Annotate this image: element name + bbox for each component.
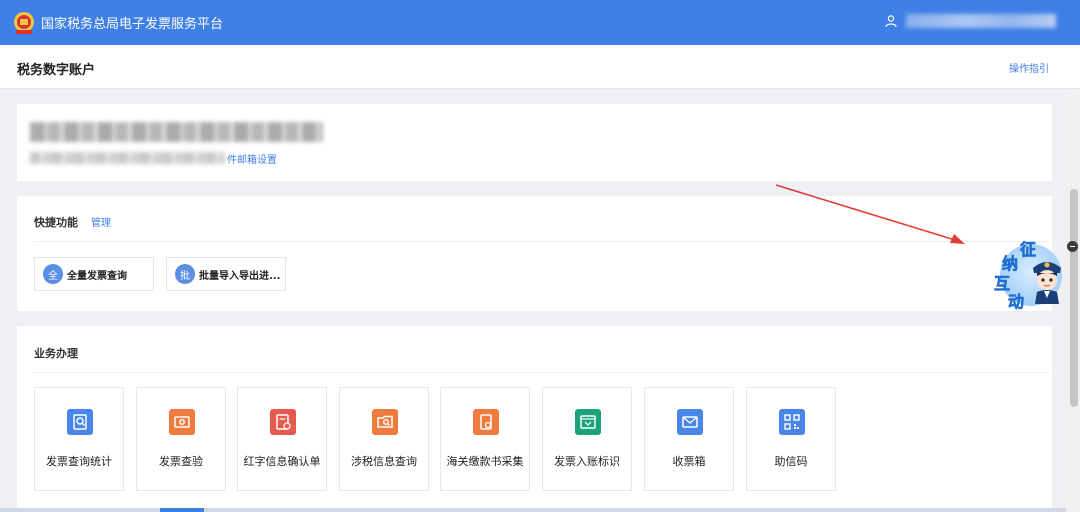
quick-item-label: 批量导入导出进... (199, 270, 281, 282)
user-icon (885, 15, 897, 28)
invoice-search-icon (67, 409, 93, 435)
scrollbar-thumb[interactable] (1070, 189, 1078, 407)
tile-label: 收票箱 (672, 455, 706, 468)
tile-invoice-query-stats[interactable]: 发票查询统计 (34, 387, 124, 491)
tile-helper-code[interactable]: 助信码 (746, 387, 836, 491)
quick-functions-manage-link[interactable]: 管理 (91, 214, 111, 229)
account-info-card: 件邮箱设置 (17, 104, 1052, 181)
collapse-toggle-icon[interactable] (1067, 241, 1078, 252)
business-title: 业务办理 (34, 347, 78, 360)
tile-label: 助信码 (774, 455, 808, 468)
annotation-arrow (775, 184, 965, 244)
tile-label: 发票查询统计 (46, 455, 112, 468)
tile-invoice-verify[interactable]: 发票查验 (136, 387, 226, 491)
tile-customs-payment-collect[interactable]: 海关缴款书采集 (440, 387, 530, 491)
tile-invoice-accounting-mark[interactable]: 发票入账标识 (542, 387, 632, 491)
tax-emblem-icon (11, 10, 37, 36)
quick-item-full-invoice-query[interactable]: 全 全量发票查询 (34, 257, 154, 291)
red-letter-confirm-icon (270, 409, 296, 435)
quick-item-badge: 全 (43, 264, 63, 284)
divider (34, 372, 1049, 373)
customs-payment-icon (473, 409, 499, 435)
tile-label: 发票查验 (159, 455, 203, 468)
tile-red-letter-confirm[interactable]: 红字信息确认单 (237, 387, 327, 491)
operation-guide-link[interactable]: 操作指引 (1009, 60, 1049, 75)
tile-label: 海关缴款书采集 (446, 455, 524, 468)
tax-info-search-icon (372, 409, 398, 435)
bottom-indicator (0, 508, 1066, 512)
tax-interaction-helper-widget[interactable]: 征 纳 互 动 (992, 236, 1070, 311)
officer-avatar-icon (1033, 262, 1061, 304)
helper-char: 动 (1008, 292, 1025, 312)
platform-title: 国家税务总局电子发票服务平台 (41, 17, 224, 32)
company-name-redacted (30, 122, 323, 142)
mailbox-icon (677, 409, 703, 435)
qr-code-icon (779, 409, 805, 435)
invoice-verify-icon (169, 409, 195, 435)
tile-label: 发票入账标识 (554, 455, 620, 468)
user-name-redacted[interactable] (906, 14, 1056, 28)
top-bar: 国家税务总局电子发票服务平台 (0, 0, 1080, 45)
quick-functions-title: 快捷功能 (34, 216, 78, 229)
email-settings-link[interactable]: 件邮箱设置 (227, 151, 277, 166)
page-header: 税务数字账户 操作指引 (0, 45, 1080, 89)
tile-tax-info-query[interactable]: 涉税信息查询 (339, 387, 429, 491)
page-scrollbar[interactable] (1068, 89, 1080, 512)
quick-item-batch-import-export[interactable]: 批 批量导入导出进... (166, 257, 286, 291)
quick-item-label: 全量发票查询 (67, 270, 127, 282)
tile-label: 涉税信息查询 (351, 455, 417, 468)
tile-label: 红字信息确认单 (243, 455, 321, 468)
tile-invoice-mailbox[interactable]: 收票箱 (644, 387, 734, 491)
account-details-redacted (30, 152, 225, 164)
invoice-accounting-icon (575, 409, 601, 435)
user-menu[interactable] (884, 14, 1056, 28)
business-card: 业务办理 发票查询统计 发票查验 红字信息确认单 涉税信息查询 海关缴款书采集 (17, 326, 1052, 512)
quick-item-badge: 批 (175, 264, 195, 284)
page-title: 税务数字账户 (17, 63, 96, 78)
